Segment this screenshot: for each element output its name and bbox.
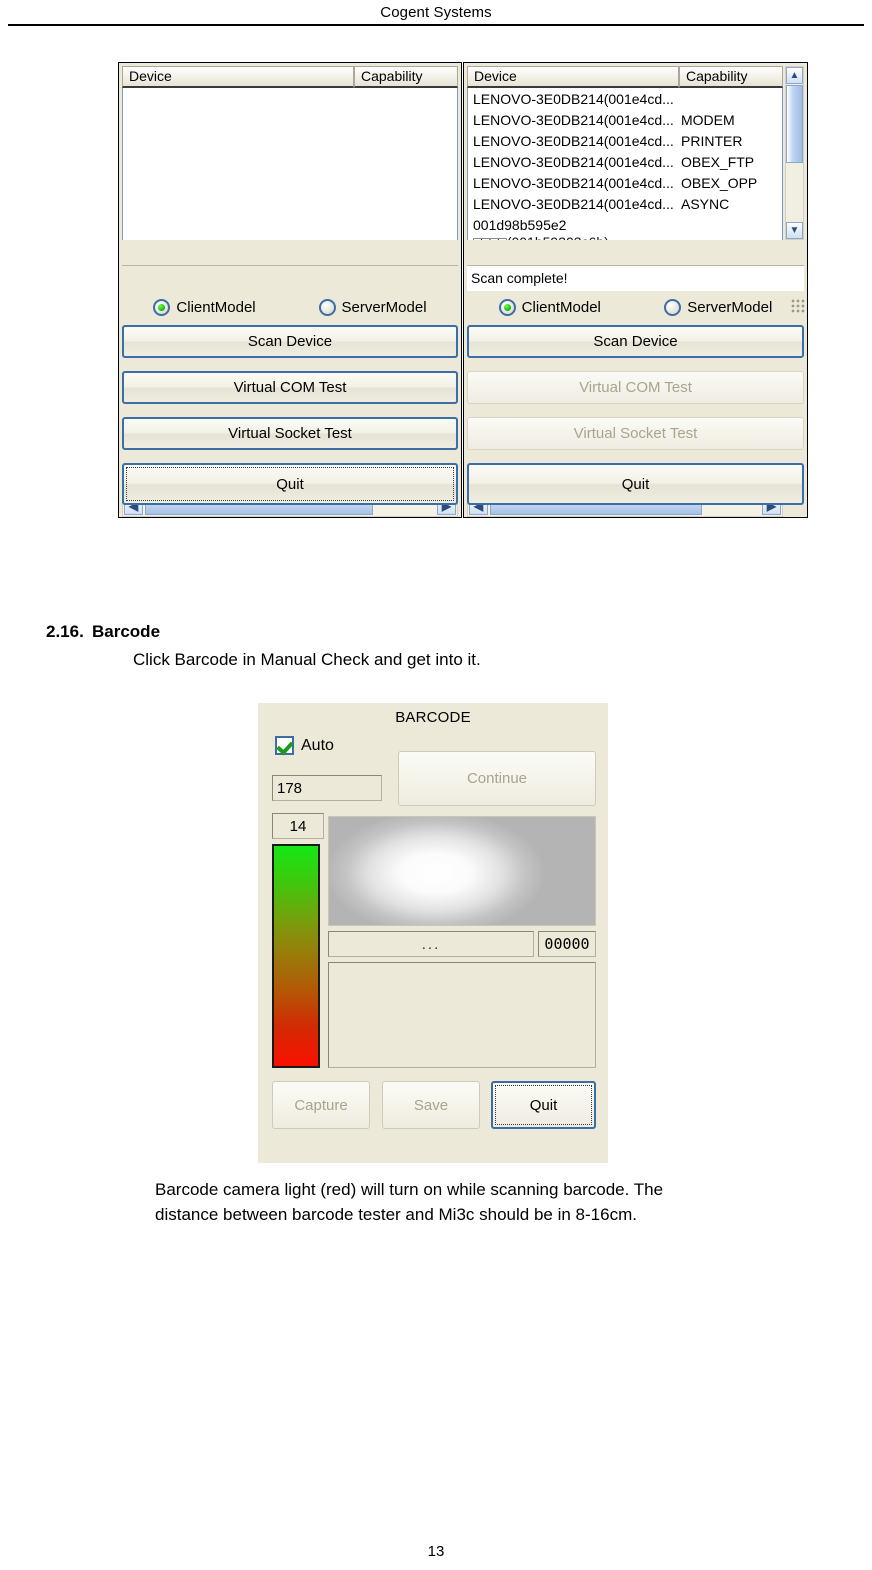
camera-preview <box>328 816 596 926</box>
virtual-socket-test-button-right: Virtual Socket Test <box>467 417 804 450</box>
scroll-up-icon[interactable]: ▲ <box>786 67 803 84</box>
quit-button-left-label: Quit <box>126 467 454 501</box>
radio-clientmodel-right[interactable]: ClientModel <box>498 298 601 316</box>
virtual-com-test-button-left[interactable]: Virtual COM Test <box>122 371 458 404</box>
quit-button-right[interactable]: Quit <box>467 463 804 505</box>
table-row[interactable]: LENOVO-3E0DB214(001e4cd... OBEX_OPP <box>468 172 782 193</box>
barcode-note-paragraph: Barcode camera light (red) will turn on … <box>155 1178 821 1227</box>
model-radio-group-left: ClientModel ServerModel <box>122 293 458 321</box>
result-box[interactable] <box>328 962 596 1068</box>
continue-button: Continue <box>398 751 596 806</box>
section-number: 2.16. <box>46 622 84 641</box>
save-button: Save <box>382 1081 480 1129</box>
device-list-right[interactable]: LENOVO-3E0DB214(001e4cd... LENOVO-3E0DB2… <box>467 88 783 240</box>
cell-capability: OBEX_OPP <box>681 174 758 191</box>
cell-device: LENOVO-3E0DB214(001e4cd... <box>473 132 674 149</box>
table-row-partial[interactable]: □□□□(001b59303c6b) <box>468 235 782 240</box>
page-number: 13 <box>427 1543 445 1560</box>
table-row[interactable]: LENOVO-3E0DB214(001e4cd... OBEX_FTP <box>468 151 782 172</box>
table-row[interactable]: LENOVO-3E0DB214(001e4cd... PRINTER <box>468 130 782 151</box>
cell-device: LENOVO-3E0DB214(001e4cd... <box>473 195 674 212</box>
radio-unselected-icon <box>318 298 336 316</box>
quit-button[interactable]: Quit <box>491 1081 596 1129</box>
scan-device-button-right[interactable]: Scan Device <box>467 325 804 358</box>
virtual-com-test-button-right: Virtual COM Test <box>467 371 804 404</box>
quit-button-label: Quit <box>495 1085 592 1125</box>
radio-label: ClientModel <box>521 298 601 316</box>
bluetooth-tool-screenshot: Device Capability ◀ ▶ ClientModel Server… <box>118 62 808 522</box>
signal-gauge <box>272 844 320 1068</box>
cell-device: LENOVO-3E0DB214(001e4cd... <box>473 174 674 191</box>
section-intro-text: Click Barcode in Manual Check and get in… <box>133 650 481 669</box>
section-block: 2.16. Barcode Click Barcode in Manual Ch… <box>0 622 872 670</box>
quit-button-left[interactable]: Quit <box>122 463 458 505</box>
auto-checkbox-row[interactable]: Auto <box>275 736 334 755</box>
barcode-note-line-1: Barcode camera light (red) will turn on … <box>155 1180 664 1199</box>
radio-selected-icon <box>153 298 171 316</box>
section-title: Barcode <box>92 622 161 641</box>
code-field: 00000 <box>538 931 596 957</box>
cell-capability: PRINTER <box>681 132 743 149</box>
column-header-device[interactable]: Device <box>467 66 679 88</box>
radio-selected-icon <box>498 298 516 316</box>
status-strip-left <box>122 265 458 291</box>
column-header-capability[interactable]: Capability <box>679 66 783 88</box>
document-header: Cogent Systems <box>380 4 492 21</box>
table-row[interactable]: 001d98b595e2 <box>468 214 782 235</box>
vertical-scrollbar-right[interactable]: ▲ ▼ <box>785 66 804 240</box>
section-heading: 2.16. Barcode <box>0 622 872 642</box>
radio-label: ServerModel <box>341 298 427 316</box>
radio-servermodel-right[interactable]: ServerModel <box>664 298 773 316</box>
column-header-row-right: Device Capability <box>467 66 783 88</box>
table-row[interactable]: LENOVO-3E0DB214(001e4cd... ASYNC <box>468 193 782 214</box>
bluetooth-panel-left: Device Capability ◀ ▶ ClientModel Server… <box>118 62 462 518</box>
radio-unselected-icon <box>664 298 682 316</box>
radio-label: ServerModel <box>687 298 773 316</box>
scan-device-button-left[interactable]: Scan Device <box>122 325 458 358</box>
vscroll-thumb-right[interactable] <box>786 85 803 163</box>
scroll-down-icon[interactable]: ▼ <box>786 222 803 239</box>
device-list-left[interactable] <box>122 88 458 240</box>
bluetooth-panel-right: Device Capability LENOVO-3E0DB214(001e4c… <box>463 62 808 518</box>
header-divider <box>8 24 864 26</box>
cell-capability: ASYNC <box>681 195 730 212</box>
model-radio-group-right: ClientModel ServerModel <box>467 293 804 321</box>
count-field[interactable]: 178 <box>272 775 382 801</box>
barcode-dialog-screenshot: BARCODE Auto Continue 178 14 ... 00000 C… <box>258 703 608 1163</box>
radio-servermodel-left[interactable]: ServerModel <box>318 298 427 316</box>
cell-device: LENOVO-3E0DB214(001e4cd... <box>473 111 674 128</box>
table-row[interactable]: LENOVO-3E0DB214(001e4cd... <box>468 88 782 109</box>
index-field[interactable]: 14 <box>272 813 324 839</box>
radio-label: ClientModel <box>176 298 256 316</box>
cell-device: LENOVO-3E0DB214(001e4cd... <box>473 153 674 170</box>
column-header-capability[interactable]: Capability <box>354 66 458 88</box>
cell-device: 001d98b595e2 <box>473 216 567 233</box>
column-header-device[interactable]: Device <box>122 66 354 88</box>
dots-field: ... <box>328 931 534 957</box>
barcode-dialog-title: BARCODE <box>395 709 471 726</box>
checkbox-checked-icon[interactable] <box>275 736 294 755</box>
radio-clientmodel-left[interactable]: ClientModel <box>153 298 256 316</box>
auto-checkbox-label: Auto <box>301 736 334 754</box>
status-strip-right: Scan complete! <box>467 265 804 291</box>
column-header-row-left: Device Capability <box>122 66 458 88</box>
virtual-socket-test-button-left[interactable]: Virtual Socket Test <box>122 417 458 450</box>
capture-button: Capture <box>272 1081 370 1129</box>
cell-device: LENOVO-3E0DB214(001e4cd... <box>473 90 674 107</box>
cell-capability: MODEM <box>681 111 735 128</box>
table-row[interactable]: LENOVO-3E0DB214(001e4cd... MODEM <box>468 109 782 130</box>
barcode-note-line-2: distance between barcode tester and Mi3c… <box>155 1204 637 1224</box>
cell-device: □□□□(001b59303c6b) <box>468 235 681 240</box>
cell-capability: OBEX_FTP <box>681 153 755 170</box>
